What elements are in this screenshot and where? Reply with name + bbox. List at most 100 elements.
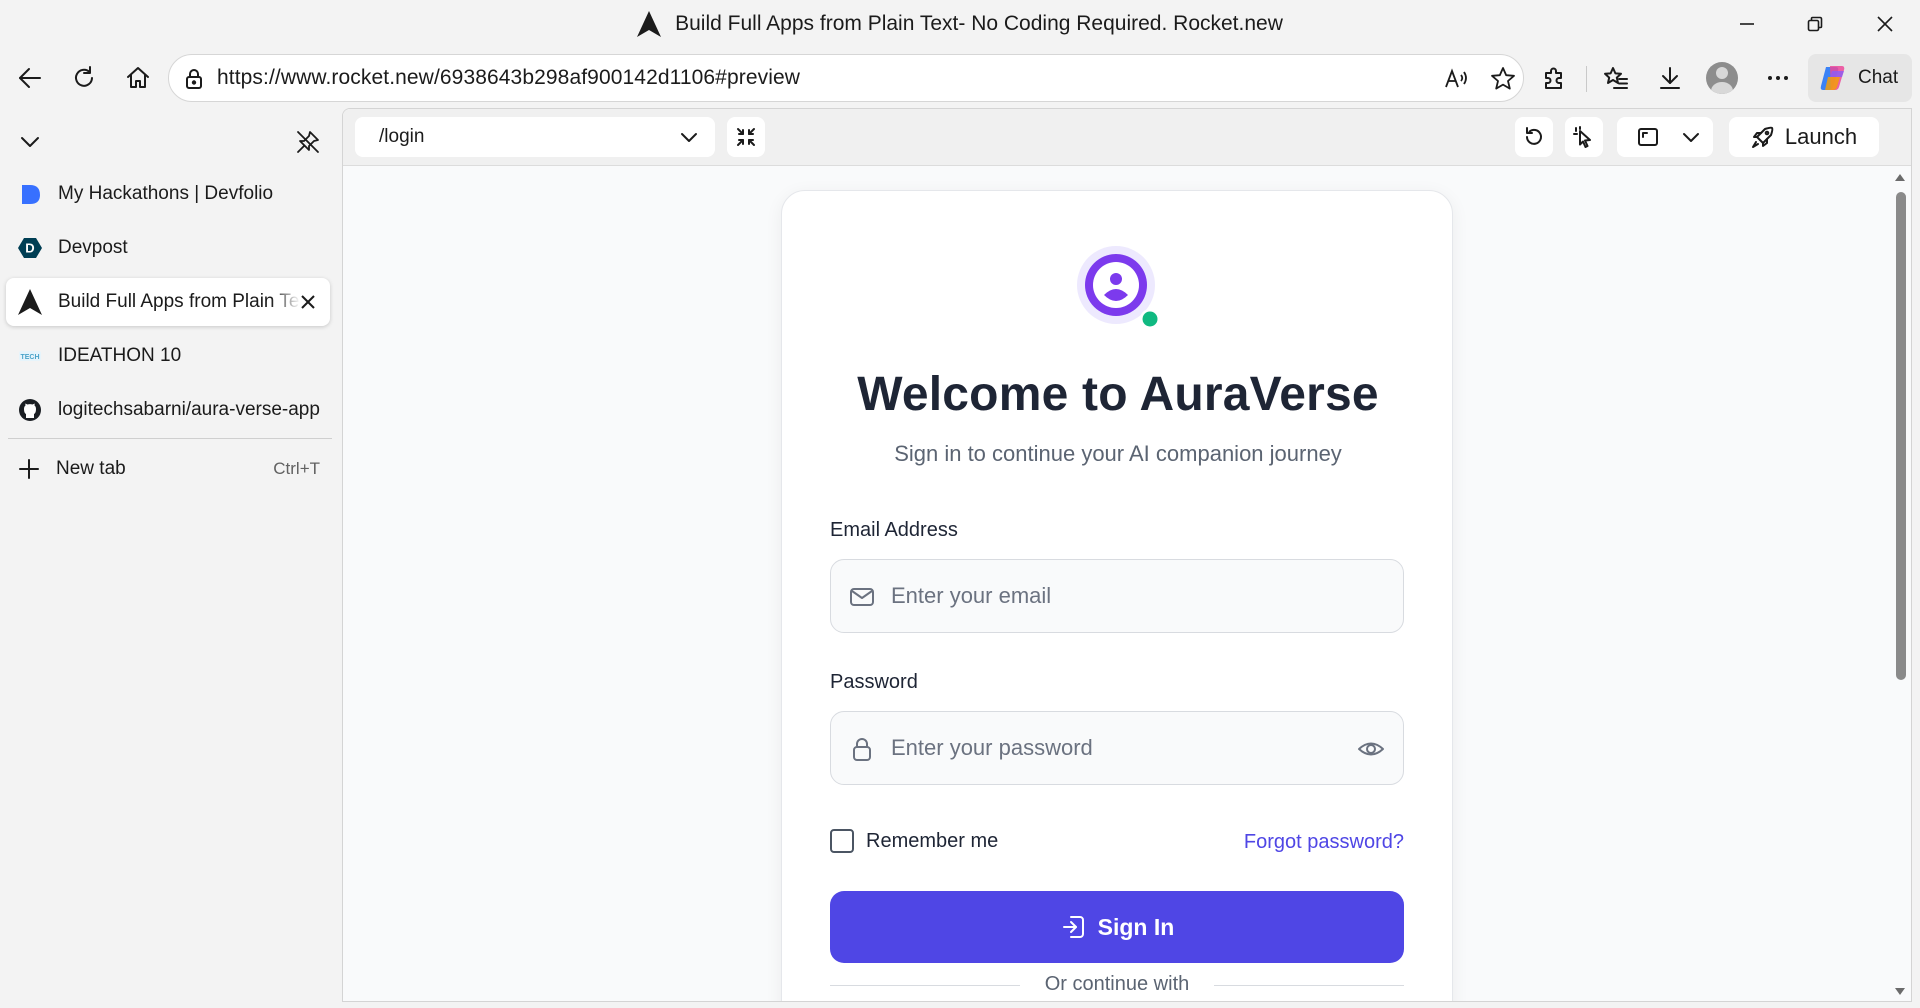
email-field[interactable] [830,559,1404,633]
tab-label: My Hackathons | Devfolio [58,183,274,204]
email-input[interactable] [891,560,1351,632]
home-icon [127,67,149,88]
plus-icon [19,459,39,479]
rocket-launch-icon [1751,126,1774,148]
screen-size-icon [1638,128,1658,146]
divider-text: Or continue with [1044,973,1190,995]
minimize-button[interactable] [1714,0,1780,48]
restore-icon [1807,16,1823,32]
preview-toolbar: /login Launch [343,109,1911,166]
remember-me-label: Remember me [866,829,999,852]
scroll-down-arrow-icon[interactable] [1895,988,1905,995]
window-title-area: Build Full Apps from Plain Text- No Codi… [0,0,1920,48]
scrollbar-thumb[interactable] [1896,192,1906,680]
chevron-down-icon [681,133,697,142]
site-info-lock-icon[interactable] [183,67,205,91]
vertical-scrollbar[interactable] [1889,166,1911,1001]
tab-label: Devpost [58,237,128,258]
address-bar[interactable]: https://www.rocket.new/6938643b298af9001… [168,54,1524,102]
collapse-view-button[interactable] [727,117,765,157]
browser-toolbar: https://www.rocket.new/6938643b298af9001… [0,48,1920,108]
chat-label: Chat [1858,67,1899,88]
close-icon [1877,16,1893,32]
close-icon [301,295,315,309]
tab-devpost[interactable]: D Devpost [6,224,330,272]
tab-rocket-active[interactable]: Build Full Apps from Plain Text- No Codi… [6,278,330,326]
launch-label: Launch [1784,124,1858,149]
favorites-list-icon [1604,67,1628,89]
password-field[interactable] [830,711,1404,785]
back-button[interactable] [6,54,54,102]
app-preview-viewport: Welcome to AuraVerse Sign in to continue… [343,166,1911,1001]
rocket-logo-icon [637,11,662,37]
tab-label: IDEATHON 10 [58,345,182,366]
tab-devfolio[interactable]: My Hackathons | Devfolio [6,170,330,218]
auraverse-logo-icon [1077,246,1160,329]
devfolio-icon [18,182,42,206]
restore-button[interactable] [1782,0,1848,48]
back-arrow-icon [19,68,41,88]
reload-preview-button[interactable] [1515,117,1553,157]
lock-icon [853,738,871,761]
copilot-icon [1820,66,1845,90]
downloads-button[interactable] [1646,54,1694,102]
svg-text:TECH: TECH [20,354,39,361]
new-tab-shortcut: Ctrl+T [273,459,320,478]
puzzle-icon [1545,67,1562,89]
scroll-up-arrow-icon[interactable] [1895,174,1905,181]
vertical-tabs-sidebar: My Hackathons | Devfolio D Devpost Build… [0,108,340,1008]
route-value: /login [379,126,425,147]
rocket-icon [18,289,42,315]
ideathon-icon: TECH [18,344,42,368]
undo-refresh-icon [1526,127,1542,145]
more-dots-icon [1768,76,1788,80]
close-window-button[interactable] [1852,0,1918,48]
launch-button[interactable]: Launch [1729,117,1879,157]
github-icon [18,398,42,422]
login-arrow-icon [1062,916,1084,938]
remember-me-checkbox[interactable]: Remember me [830,829,998,853]
collapse-tabs-button[interactable] [10,122,50,162]
password-label: Password [830,671,918,693]
sign-in-label: Sign In [1097,913,1175,940]
password-input[interactable] [891,712,1351,784]
extensions-button[interactable] [1530,54,1578,102]
star-icon [1491,67,1515,90]
minimize-arrows-icon [737,128,755,146]
tab-label: Build Full Apps from Plain Text- No Codi… [58,291,300,312]
sign-in-button[interactable]: Sign In [830,891,1404,963]
settings-more-button[interactable] [1754,54,1802,102]
window-title: Build Full Apps from Plain Text- No Codi… [675,12,1283,35]
download-icon [1660,67,1680,89]
checkbox-box[interactable] [830,829,854,853]
tab-github[interactable]: logitechsabarni/aura-verse-app [6,386,330,434]
url-text[interactable]: https://www.rocket.new/6938643b298af9001… [217,66,800,90]
refresh-button[interactable] [60,54,108,102]
eye-icon[interactable] [1357,736,1385,762]
device-view-select[interactable] [1617,117,1713,157]
select-element-button[interactable] [1565,117,1603,157]
route-select[interactable]: /login [355,117,715,157]
home-button[interactable] [114,54,162,102]
tab-ideathon[interactable]: TECH IDEATHON 10 [6,332,330,380]
unpin-pane-button[interactable] [288,122,328,162]
page-title: Welcome to AuraVerse [857,368,1379,421]
forgot-password-link[interactable]: Forgot password? [1244,831,1404,854]
copilot-chat-button[interactable]: Chat [1808,54,1912,102]
chevron-down-icon [21,137,39,147]
favorite-star-button[interactable] [1489,65,1517,93]
page-content: /login Launch Welcome to AuraVerse Sign … [342,108,1912,1002]
page-subtitle: Sign in to continue your AI companion jo… [894,441,1342,466]
login-card: Welcome to AuraVerse Sign in to continue… [781,190,1453,1001]
profile-avatar[interactable] [1706,62,1738,94]
new-tab-button[interactable]: New tab Ctrl+T [6,446,330,492]
unpin-icon [297,131,319,153]
sidebar-divider [8,438,332,439]
tab-label: logitechsabarni/aura-verse-app [58,399,320,420]
svg-text:D: D [25,241,34,256]
title-bar: Build Full Apps from Plain Text- No Codi… [0,0,1920,48]
favorites-button[interactable] [1592,54,1640,102]
close-tab-button[interactable] [296,290,320,314]
read-aloud-icon [1445,68,1467,88]
read-aloud-button[interactable] [1443,65,1471,93]
